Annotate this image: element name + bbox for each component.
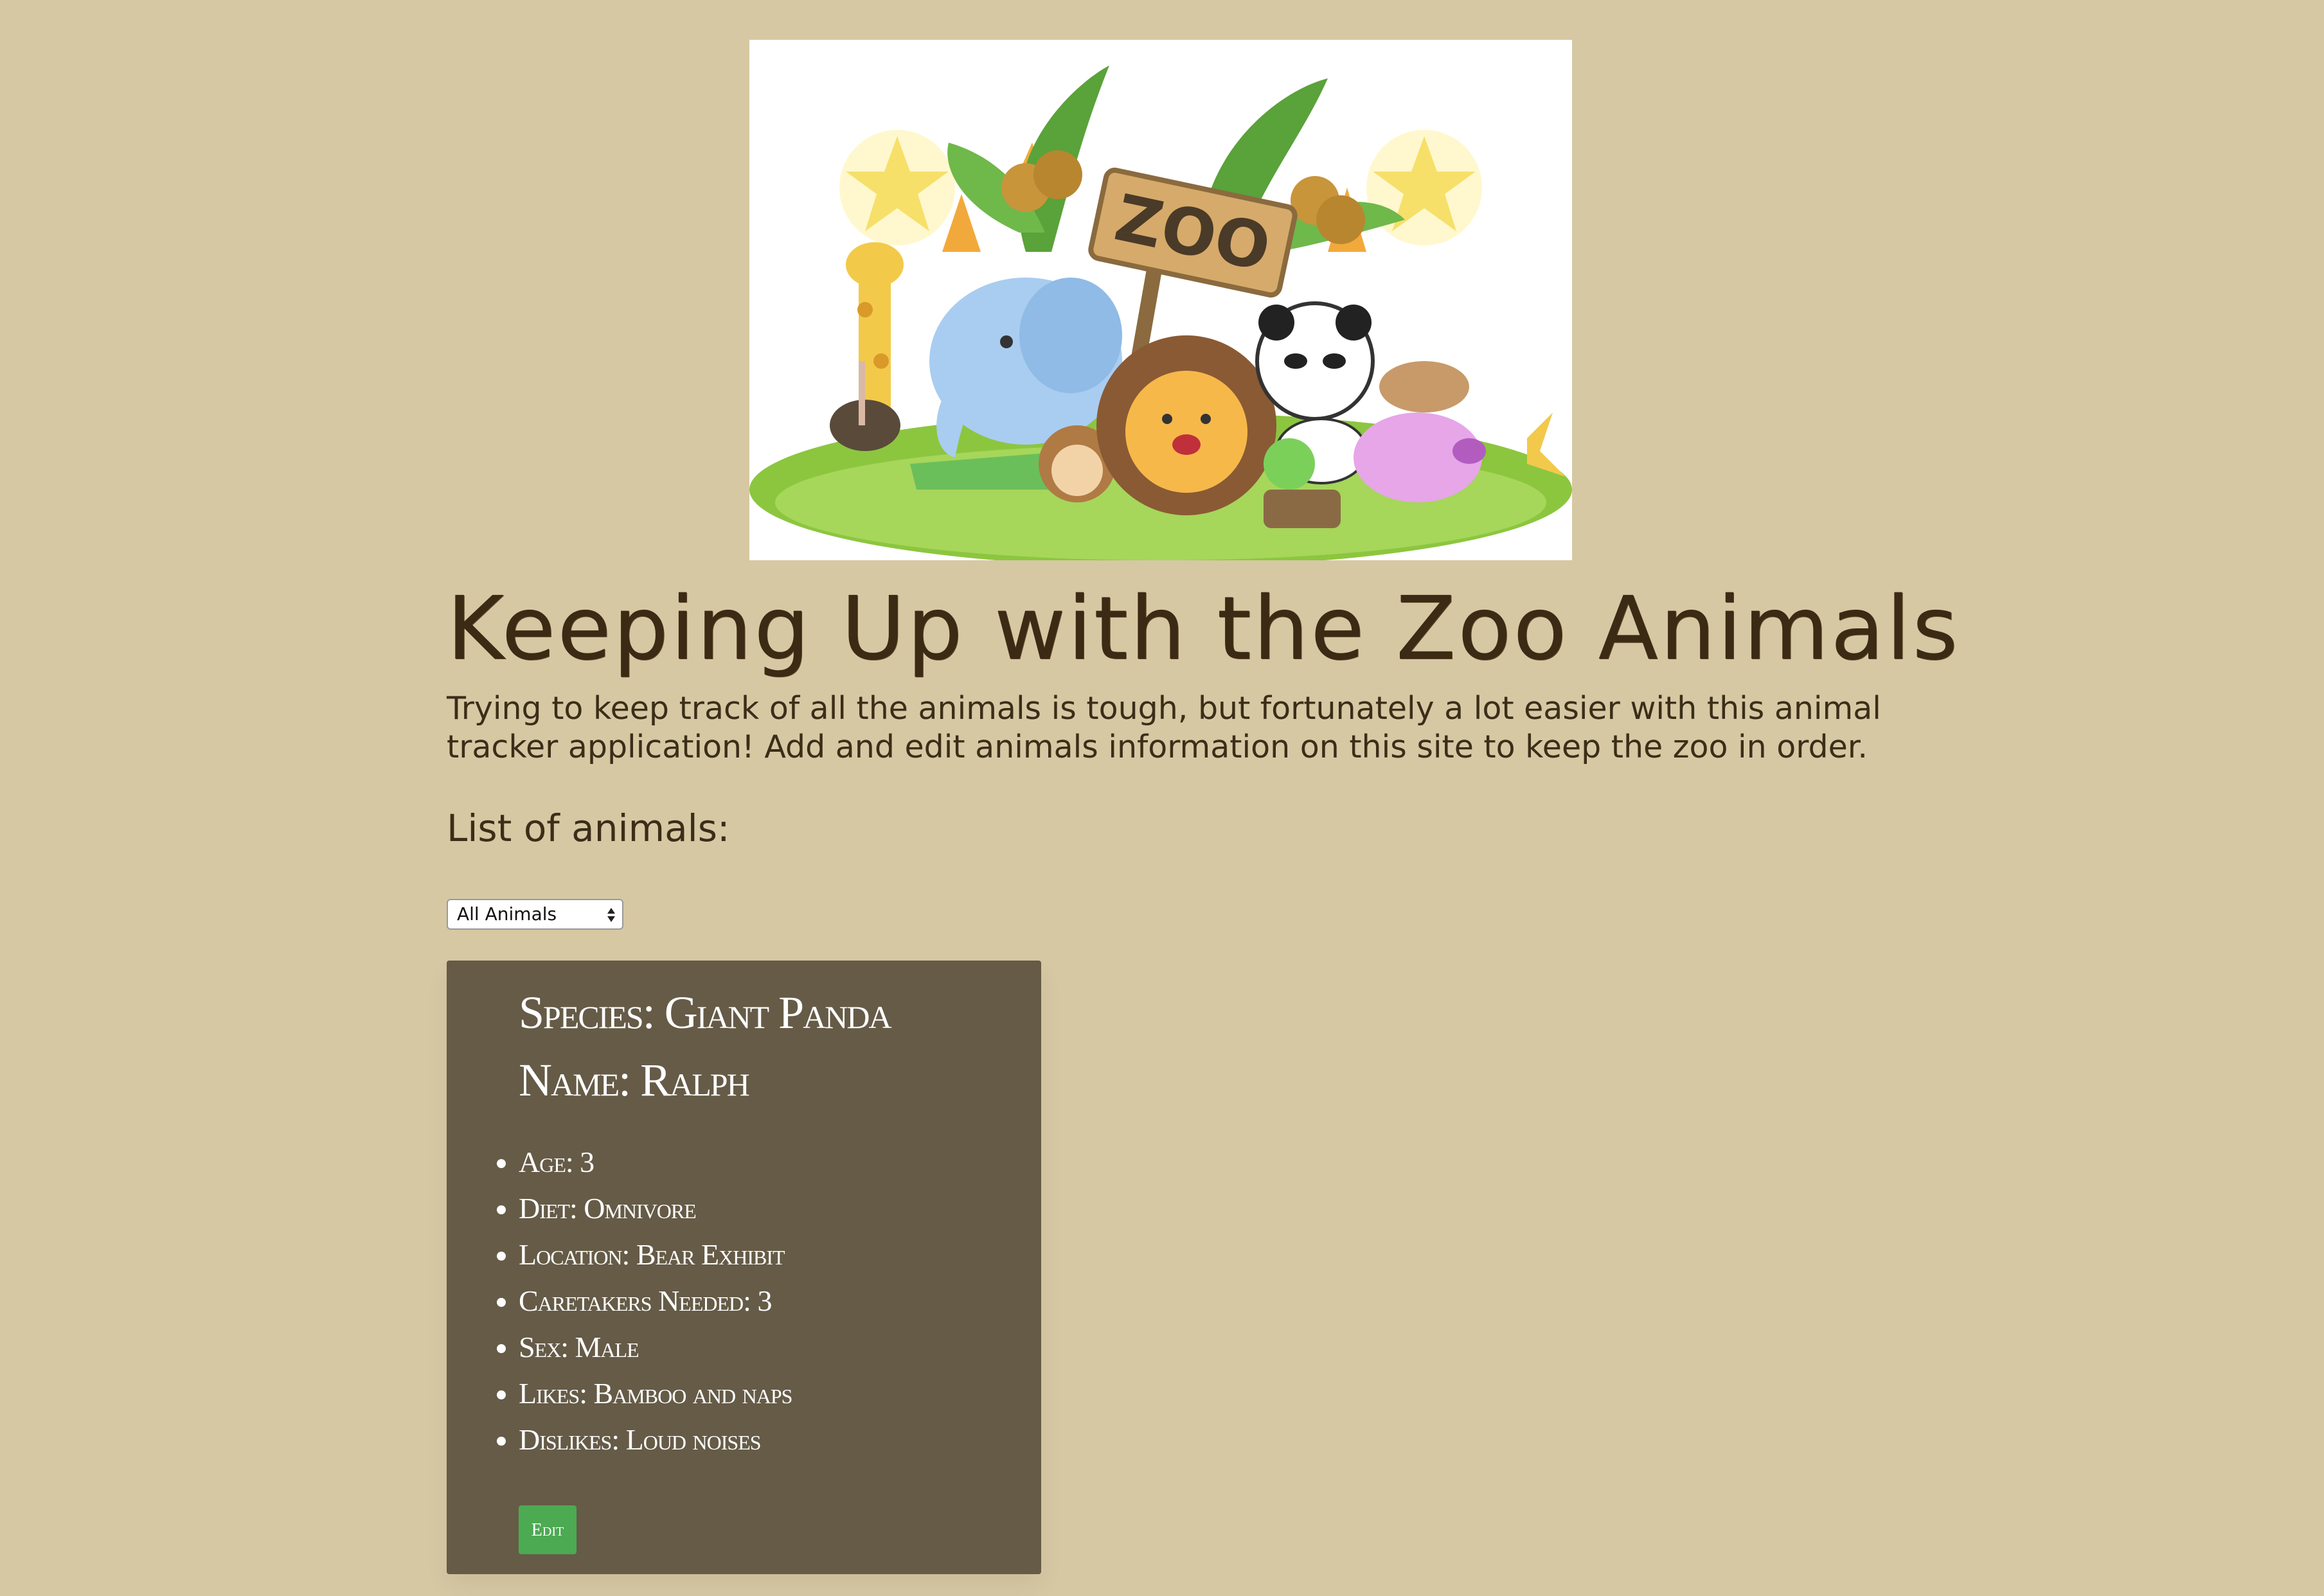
detail-value: 3: [580, 1146, 594, 1178]
detail-value: Male: [575, 1331, 639, 1363]
filter-selected-value: All Animals: [457, 903, 557, 925]
detail-value: Omnivore: [584, 1192, 697, 1225]
detail-label: Age:: [519, 1146, 574, 1178]
detail-age: Age: 3: [519, 1139, 792, 1185]
detail-value: Bear Exhibit: [636, 1238, 785, 1271]
detail-label: Likes:: [519, 1377, 587, 1410]
detail-value: Loud noises: [625, 1423, 762, 1456]
name-label: Name:: [519, 1054, 631, 1106]
detail-label: Caretakers Needed:: [519, 1284, 751, 1317]
detail-label: Diet:: [519, 1192, 578, 1225]
detail-label: Location:: [519, 1238, 630, 1271]
detail-dislikes: Dislikes: Loud noises: [519, 1417, 792, 1463]
animal-details-list: Age: 3 Diet: Omnivore Location: Bear Exh…: [485, 1139, 792, 1463]
detail-location: Location: Bear Exhibit: [519, 1232, 792, 1278]
detail-value: 3: [757, 1284, 772, 1317]
species-value: Giant Panda: [664, 987, 892, 1038]
detail-diet: Diet: Omnivore: [519, 1185, 792, 1232]
detail-label: Sex:: [519, 1331, 569, 1363]
detail-value: Bamboo and naps: [593, 1377, 793, 1410]
edit-button[interactable]: Edit: [519, 1505, 577, 1554]
intro-text: Trying to keep track of all the animals …: [447, 690, 1881, 765]
zoo-banner-image: ZOO: [749, 40, 1572, 560]
detail-caretakers: Caretakers Needed: 3: [519, 1278, 792, 1324]
select-arrows-icon: [607, 908, 615, 922]
detail-label: Dislikes:: [519, 1423, 620, 1456]
animal-filter-select[interactable]: All Animals: [447, 899, 623, 930]
page-title: Keeping Up with the Zoo Animals: [447, 578, 1960, 680]
detail-sex: Sex: Male: [519, 1324, 792, 1370]
animal-card: Species: Giant Panda Name: Ralph Age: 3 …: [447, 961, 1041, 1574]
species-label: Species:: [519, 987, 656, 1038]
animal-list-heading: List of animals:: [447, 806, 730, 850]
detail-likes: Likes: Bamboo and naps: [519, 1370, 792, 1417]
animal-species: Species: Giant Panda: [519, 986, 892, 1040]
animal-name: Name: Ralph: [519, 1054, 750, 1107]
name-value: Ralph: [640, 1054, 750, 1106]
